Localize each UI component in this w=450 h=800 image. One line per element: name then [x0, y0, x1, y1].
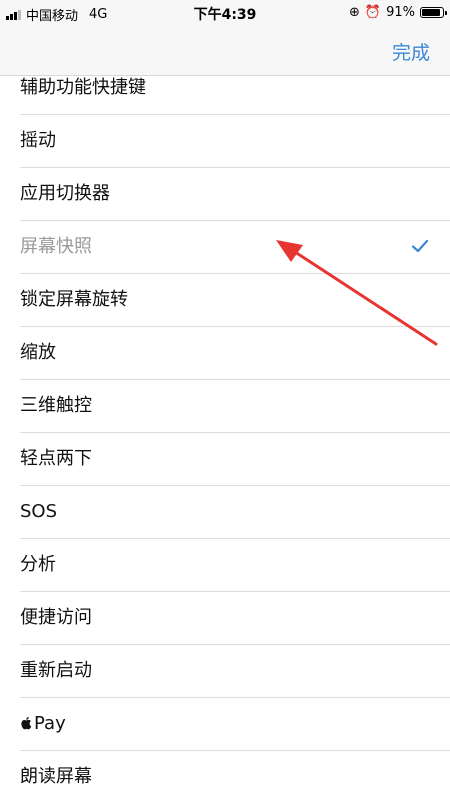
list-item[interactable]: 缩放 — [20, 327, 450, 380]
shortcut-options-list: 辅助功能快捷键 摇动 应用切换器 屏幕快照 锁定屏幕旋转 缩放 三维触控 轻点两… — [0, 62, 450, 800]
alarm-icon: ⏰ — [364, 5, 382, 20]
list-item[interactable]: SOS — [20, 486, 450, 539]
list-item-label: 便捷访问 — [20, 607, 92, 628]
status-bar: 中国移动 4G 下午4:39 ⊕ ⏰ 91% — [0, 0, 450, 26]
list-item-label: 重新启动 — [20, 660, 92, 681]
list-item[interactable]: 轻点两下 — [20, 433, 450, 486]
list-item[interactable]: 应用切换器 — [20, 168, 450, 221]
list-item-label: 辅助功能快捷键 — [20, 77, 146, 98]
apple-pay-label: Pay — [20, 713, 66, 735]
rotation-lock-icon: ⊕ — [349, 5, 360, 20]
list-item-label: 三维触控 — [20, 395, 92, 416]
list-item[interactable]: 摇动 — [20, 115, 450, 168]
list-item-label: 缩放 — [20, 342, 56, 363]
list-item-label: 锁定屏幕旋转 — [20, 289, 128, 310]
list-item[interactable]: 三维触控 — [20, 380, 450, 433]
battery-fill — [422, 9, 440, 16]
list-item-label: 分析 — [20, 554, 56, 575]
list-item[interactable]: 重新启动 — [20, 645, 450, 698]
status-right: ⊕ ⏰ 91% — [349, 5, 447, 20]
apple-logo-icon — [21, 717, 32, 730]
done-button[interactable]: 完成 — [392, 38, 430, 65]
list-item[interactable]: 便捷访问 — [20, 592, 450, 645]
list-item-selected[interactable]: 屏幕快照 — [20, 221, 450, 274]
list-item-label: 轻点两下 — [20, 448, 92, 469]
battery-icon — [420, 7, 447, 18]
list-item-label: 应用切换器 — [20, 183, 110, 204]
pay-text: Pay — [34, 713, 66, 734]
list-item[interactable]: 锁定屏幕旋转 — [20, 274, 450, 327]
list-item[interactable]: 朗读屏幕 — [20, 751, 450, 800]
battery-percent: 91% — [386, 5, 415, 20]
list-item[interactable]: 分析 — [20, 539, 450, 592]
screen: 中国移动 4G 下午4:39 ⊕ ⏰ 91% 辅助功能快捷键 摇动 应用切换器 … — [0, 0, 450, 800]
list-item-apple-pay[interactable]: Pay — [20, 698, 450, 751]
navigation-bar: 完成 — [0, 26, 450, 76]
list-item-label: 屏幕快照 — [20, 236, 92, 257]
list-item-label: SOS — [20, 501, 58, 522]
checkmark-icon — [411, 239, 429, 253]
list-item-label: 朗读屏幕 — [20, 766, 92, 787]
list-item-label: 摇动 — [20, 130, 56, 151]
